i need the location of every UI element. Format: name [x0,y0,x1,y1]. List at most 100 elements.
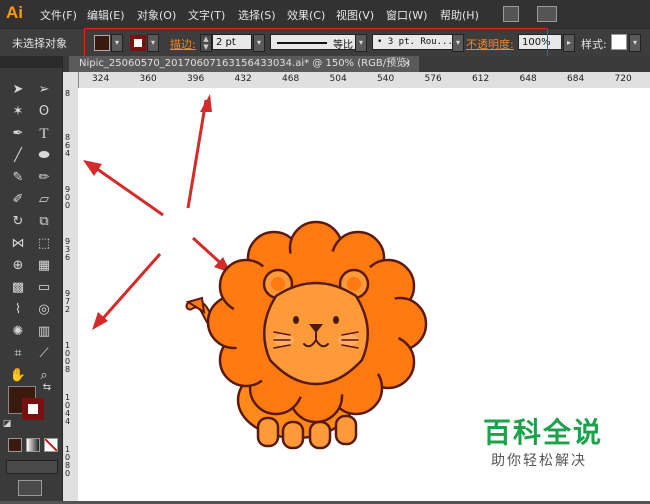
ruler-left-label: 972 [65,289,71,314]
slice-icon[interactable]: ⟋ [33,344,55,364]
fill-dropdown[interactable]: ▾ [111,34,123,52]
ruler-left-label: 864 [65,133,71,158]
stroke-weight-stepper[interactable]: ▲ ▼ [200,34,212,52]
drawing-modes-icon[interactable] [6,460,58,474]
width-tool-icon[interactable]: ⋈ [7,234,29,254]
ruler-left-label: 900 [65,185,71,210]
graph-tool-icon[interactable]: ▥ [33,322,55,342]
ruler-top-label: 432 [234,74,252,84]
magic-wand-icon[interactable]: ✶ [7,102,29,122]
pen-icon[interactable]: ✒ [7,124,29,144]
style-dropdown[interactable]: ▾ [629,34,641,52]
artboard-canvas[interactable]: 百科全说 助你轻松解决 [78,88,650,501]
ruler-top-label: 684 [567,74,585,84]
stroke-profile-line [277,42,327,44]
perspective-grid-icon[interactable]: ▦ [33,256,55,276]
watermark-subtitle: 助你轻松解决 [491,453,587,469]
variable-width-profile[interactable]: 等比 [270,34,366,51]
ruler-top-label: 396 [187,74,205,84]
opacity-field[interactable]: 100% [518,34,562,50]
opacity-dropdown[interactable]: ▸ [563,34,575,52]
document-tab-title: Nipic_25060570_20170607163156433034.ai* … [79,58,410,69]
menu-select[interactable]: 选择(S) [238,7,276,23]
ruler-left-label: 1044 [65,393,71,426]
toolbox: ➤ ➢ ✶ ʘ ✒ T ╱ ⬬ ✎ ✏ ✐ ▱ ↻ ⧉ ⋈ ⬚ ⊕ ▦ ▩ ▭ … [0,56,63,501]
menu-file[interactable]: 文件(F) [40,7,77,23]
stroke-weight-dropdown[interactable]: ▾ [253,34,265,52]
lasso-icon[interactable]: ʘ [33,102,55,122]
default-colors-icon[interactable]: ◪ [0,414,14,434]
stroke-swatch[interactable] [130,35,146,51]
screen-mode-icon[interactable] [18,480,42,496]
document-tab[interactable]: Nipic_25060570_20170607163156433034.ai* … [69,56,419,72]
opacity-label[interactable]: 不透明度: [466,36,514,52]
stroke-color-box[interactable] [22,398,44,420]
watermark-title: 百科全说 [483,416,604,449]
stroke-profile-label: 等比 [333,40,353,51]
ruler-left-label: 1008 [65,341,71,374]
ruler-top-label: 576 [424,74,442,84]
vertical-ruler: 8 864 900 936 972 1008 1044 1080 [63,72,79,501]
blend-icon[interactable]: ◎ [33,300,55,320]
menu-window[interactable]: 窗口(W) [386,7,427,23]
document-tab-bar: Nipic_25060570_20170607163156433034.ai* … [63,56,650,72]
mesh-icon[interactable]: ▩ [7,278,29,298]
menu-help[interactable]: 帮助(H) [440,7,479,23]
blob-brush-icon[interactable]: ✐ [7,190,29,210]
menu-type[interactable]: 文字(T) [188,7,225,23]
pencil-icon[interactable]: ✏ [33,168,55,188]
ruler-top-label: 504 [329,74,347,84]
brush-definition[interactable]: • 3 pt. Rou... [372,34,458,50]
annotation-arrows [83,94,231,330]
stroke-weight-field[interactable]: 2 pt [212,34,252,50]
direct-selection-icon[interactable]: ➢ [33,80,55,100]
shape-builder-icon[interactable]: ⊕ [7,256,29,276]
illustrator-logo: Ai [6,3,23,22]
ruler-top-label: 648 [519,74,537,84]
swap-fill-stroke-icon[interactable]: ⇆ [36,378,58,398]
close-tab-icon[interactable]: × [403,56,411,72]
menu-view[interactable]: 视图(V) [336,7,374,23]
ruler-top-label: 612 [472,74,490,84]
ruler-left-label: 936 [65,237,71,262]
graphic-style-swatch[interactable] [611,34,627,50]
eraser-icon[interactable]: ▱ [33,190,55,210]
scale-icon[interactable]: ⧉ [33,212,55,232]
ruler-top-label: 468 [282,74,300,84]
gradient-icon[interactable]: ▭ [33,278,55,298]
ruler-top-label: 540 [377,74,395,84]
gradient-mode-icon[interactable] [26,438,40,452]
type-tool-icon[interactable]: T [33,124,55,144]
symbol-sprayer-icon[interactable]: ✺ [7,322,29,342]
rotate-icon[interactable]: ↻ [7,212,29,232]
ruler-top-label: 324 [92,74,110,84]
menu-object[interactable]: 对象(O) [137,7,176,23]
ruler-left-label: 1080 [65,445,71,478]
lion-illustration [185,220,428,450]
profile-dropdown[interactable]: ▾ [355,34,367,52]
stroke-dropdown[interactable]: ▾ [147,34,159,52]
ruler-top-label: 720 [614,74,632,84]
eyedropper-icon[interactable]: ⌇ [7,300,29,320]
line-tool-icon[interactable]: ╱ [7,146,29,166]
fill-swatch[interactable] [94,35,110,51]
selection-tool-icon[interactable]: ➤ [7,80,29,100]
toolbox-header [0,56,62,68]
menu-edit[interactable]: 编辑(E) [87,7,125,23]
color-mode-icon[interactable] [8,438,22,452]
brush-dropdown[interactable]: ▾ [452,34,464,52]
arrange-documents-icon[interactable] [537,6,557,22]
artboard-icon[interactable]: ⌗ [7,344,29,364]
hand-icon[interactable]: ✋ [7,366,29,386]
horizontal-ruler: 324 360 396 432 468 504 540 576 612 648 684 720 [78,72,650,89]
stroke-label[interactable]: 描边: [170,36,196,52]
none-mode-icon[interactable] [44,438,58,452]
ruler-left-label: 8 [65,89,71,98]
ruler-top-label: 360 [139,74,157,84]
free-transform-icon[interactable]: ⬚ [33,234,55,254]
menu-effect[interactable]: 效果(C) [287,7,325,23]
menu-bar: Ai 文件(F) 编辑(E) 对象(O) 文字(T) 选择(S) 效果(C) 视… [0,0,650,28]
paintbrush-icon[interactable]: ✎ [7,168,29,188]
ellipse-tool-icon[interactable]: ⬬ [33,146,55,166]
bridge-icon[interactable] [503,6,519,22]
